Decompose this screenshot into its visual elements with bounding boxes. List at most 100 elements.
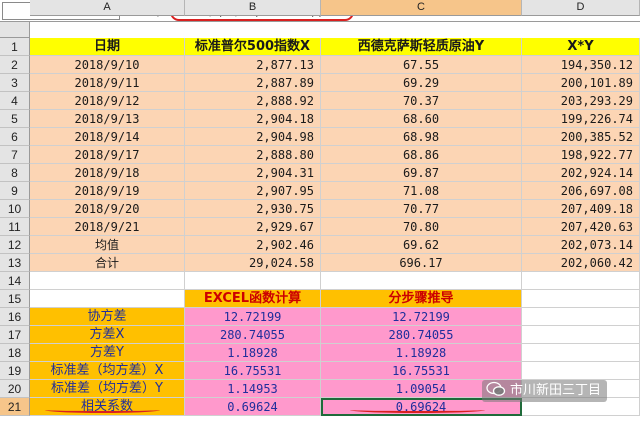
row-header-3[interactable]: 3 <box>0 74 30 92</box>
table-cell-xy[interactable]: 202,924.14 <box>522 164 640 182</box>
empty-cell[interactable] <box>30 272 185 290</box>
table-cell-date[interactable]: 2018/9/21 <box>30 218 185 236</box>
calc-label-cell[interactable]: 方差Y <box>30 344 185 362</box>
empty-cell[interactable] <box>522 308 640 326</box>
table-cell-x[interactable]: 2,888.80 <box>185 146 321 164</box>
table-cell-xy[interactable]: 203,293.29 <box>522 92 640 110</box>
table-cell-x[interactable]: 2,930.75 <box>185 200 321 218</box>
step-calc-header[interactable]: 分步骤推导 <box>321 290 522 308</box>
table-cell-x[interactable]: 2,904.98 <box>185 128 321 146</box>
table-cell-x[interactable]: 2,904.31 <box>185 164 321 182</box>
table-cell-y[interactable]: 69.87 <box>321 164 522 182</box>
table-cell-date[interactable]: 2018/9/17 <box>30 146 185 164</box>
excel-result-cell[interactable]: 1.18928 <box>185 344 321 362</box>
table-cell-y[interactable]: 67.55 <box>321 56 522 74</box>
column-header-d[interactable]: D <box>522 0 640 16</box>
column-header-a[interactable]: A <box>30 0 185 16</box>
row-header-13[interactable]: 13 <box>0 254 30 272</box>
row-header-18[interactable]: 18 <box>0 344 30 362</box>
header-cell-date[interactable]: 日期 <box>30 38 185 56</box>
table-cell-y[interactable]: 70.77 <box>321 200 522 218</box>
table-cell-date[interactable]: 2018/9/10 <box>30 56 185 74</box>
row-header-2[interactable]: 2 <box>0 56 30 74</box>
table-cell-x[interactable]: 2,888.92 <box>185 92 321 110</box>
table-cell-date[interactable]: 2018/9/12 <box>30 92 185 110</box>
empty-cell[interactable] <box>185 272 321 290</box>
column-header-c[interactable]: C <box>321 0 522 16</box>
row-header-17[interactable]: 17 <box>0 326 30 344</box>
table-cell-x[interactable]: 2,887.89 <box>185 74 321 92</box>
table-cell-y[interactable]: 68.86 <box>321 146 522 164</box>
header-cell-x[interactable]: 标准普尔500指数X <box>185 38 321 56</box>
table-cell-x[interactable]: 2,929.67 <box>185 218 321 236</box>
empty-cell[interactable] <box>522 362 640 380</box>
row-header-19[interactable]: 19 <box>0 362 30 380</box>
table-cell-xy[interactable]: 206,697.08 <box>522 182 640 200</box>
empty-cell[interactable] <box>522 344 640 362</box>
table-cell-date[interactable]: 2018/9/11 <box>30 74 185 92</box>
mean-x-cell[interactable]: 2,902.46 <box>185 236 321 254</box>
step-result-cell[interactable]: 16.75531 <box>321 362 522 380</box>
sum-xy-cell[interactable]: 202,060.42 <box>522 254 640 272</box>
row-header-14[interactable]: 14 <box>0 272 30 290</box>
mean-xy-cell[interactable]: 202,073.14 <box>522 236 640 254</box>
row-header-21[interactable]: 21 <box>0 398 30 416</box>
row-header-15[interactable]: 15 <box>0 290 30 308</box>
table-cell-y[interactable]: 69.29 <box>321 74 522 92</box>
column-header-b[interactable]: B <box>185 0 321 16</box>
table-cell-xy[interactable]: 198,922.77 <box>522 146 640 164</box>
table-cell-y[interactable]: 70.37 <box>321 92 522 110</box>
table-cell-xy[interactable]: 200,101.89 <box>522 74 640 92</box>
calc-label-cell[interactable]: 标准差（均方差）Y <box>30 380 185 398</box>
calc-label-cell[interactable]: 协方差 <box>30 308 185 326</box>
excel-result-cell[interactable]: 12.72199 <box>185 308 321 326</box>
table-cell-xy[interactable]: 200,385.52 <box>522 128 640 146</box>
empty-cell[interactable] <box>522 326 640 344</box>
step-result-cell[interactable]: 12.72199 <box>321 308 522 326</box>
excel-result-cell[interactable]: 280.74055 <box>185 326 321 344</box>
row-header-12[interactable]: 12 <box>0 236 30 254</box>
row-header-1[interactable]: 1 <box>0 38 30 56</box>
table-cell-x[interactable]: 2,877.13 <box>185 56 321 74</box>
excel-result-cell[interactable]: 1.14953 <box>185 380 321 398</box>
calc-label-cell[interactable]: 标准差（均方差）X <box>30 362 185 380</box>
table-cell-xy[interactable]: 194,350.12 <box>522 56 640 74</box>
row-header-10[interactable]: 10 <box>0 200 30 218</box>
table-cell-xy[interactable]: 207,409.18 <box>522 200 640 218</box>
table-cell-y[interactable]: 68.60 <box>321 110 522 128</box>
table-cell-date[interactable]: 2018/9/18 <box>30 164 185 182</box>
row-header-9[interactable]: 9 <box>0 182 30 200</box>
row-header-16[interactable]: 16 <box>0 308 30 326</box>
sum-label-cell[interactable]: 合计 <box>30 254 185 272</box>
table-cell-date[interactable]: 2018/9/14 <box>30 128 185 146</box>
row-header-7[interactable]: 7 <box>0 146 30 164</box>
step-result-cell[interactable]: 1.18928 <box>321 344 522 362</box>
table-cell-xy[interactable]: 207,420.63 <box>522 218 640 236</box>
row-header-6[interactable]: 6 <box>0 128 30 146</box>
sum-x-cell[interactable]: 29,024.58 <box>185 254 321 272</box>
table-cell-date[interactable]: 2018/9/19 <box>30 182 185 200</box>
step-result-cell[interactable]: 280.74055 <box>321 326 522 344</box>
calc-label-cell[interactable]: 方差X <box>30 326 185 344</box>
header-cell-xy[interactable]: X*Y <box>522 38 640 56</box>
table-cell-y[interactable]: 68.98 <box>321 128 522 146</box>
empty-cell[interactable] <box>30 290 185 308</box>
table-cell-y[interactable]: 71.08 <box>321 182 522 200</box>
mean-y-cell[interactable]: 69.62 <box>321 236 522 254</box>
row-header-5[interactable]: 5 <box>0 110 30 128</box>
table-cell-date[interactable]: 2018/9/20 <box>30 200 185 218</box>
row-header-4[interactable]: 4 <box>0 92 30 110</box>
select-all-corner[interactable] <box>0 22 30 38</box>
table-cell-date[interactable]: 2018/9/13 <box>30 110 185 128</box>
table-cell-x[interactable]: 2,907.95 <box>185 182 321 200</box>
row-header-8[interactable]: 8 <box>0 164 30 182</box>
row-header-11[interactable]: 11 <box>0 218 30 236</box>
row-header-20[interactable]: 20 <box>0 380 30 398</box>
sum-y-cell[interactable]: 696.17 <box>321 254 522 272</box>
excel-result-cell[interactable]: 0.69624 <box>185 398 321 416</box>
excel-result-cell[interactable]: 16.75531 <box>185 362 321 380</box>
empty-cell[interactable] <box>321 272 522 290</box>
table-cell-y[interactable]: 70.80 <box>321 218 522 236</box>
excel-calc-header[interactable]: EXCEL函数计算 <box>185 290 321 308</box>
mean-label-cell[interactable]: 均值 <box>30 236 185 254</box>
